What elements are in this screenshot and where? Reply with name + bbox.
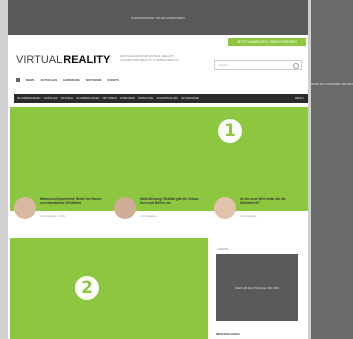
category-item[interactable]: 360° VIDEOS	[102, 97, 117, 100]
teaser-avatar	[14, 197, 36, 219]
slot-number-badge: 2	[75, 276, 99, 300]
teaser-card[interactable]: Ist die neue Welt realer als die Wirklic…	[210, 193, 306, 229]
nav-item-software[interactable]: SOFTWARE	[86, 78, 102, 82]
sidebar-heading: MEISTGELESEN	[216, 332, 240, 336]
teaser-avatar	[214, 197, 236, 219]
page-container: JETZT ANMELDEN / REGISTRIEREN VIRTUAL RE…	[8, 35, 308, 339]
medium-rectangle-label: MEDIUM RECTANGLE 300×250	[235, 285, 279, 290]
nav-item-news[interactable]: NEWS	[26, 78, 34, 82]
teaser-title[interactable]: Ist die neue Welt realer als die Wirklic…	[240, 197, 302, 205]
search-placeholder: Suche...	[219, 63, 231, 67]
teaser-card[interactable]: Meta-Meinung: Realität gibt ein Virtual-…	[110, 193, 206, 229]
teaser-meta: Von Redaktion	[240, 215, 257, 218]
slot-number-badge: 1	[218, 119, 242, 143]
home-icon[interactable]	[16, 78, 20, 82]
login-button[interactable]: JETZT ANMELDEN / REGISTRIEREN	[228, 38, 306, 46]
top-banner-ad[interactable]: SUPERBANNER 728×90 EVERGREEN	[8, 0, 308, 35]
teaser-avatar	[114, 197, 136, 219]
category-item[interactable]: VR-HARDWARE	[181, 97, 199, 100]
nav-item-events[interactable]: EVENTS	[108, 78, 119, 82]
logo-text-light: VIRTUAL	[16, 54, 63, 66]
login-button-label: JETZT ANMELDEN / REGISTRIEREN	[237, 40, 297, 44]
search-input[interactable]: Suche...	[214, 60, 302, 70]
medium-rectangle-ad[interactable]: MEDIUM RECTANGLE 300×250	[216, 254, 298, 321]
category-bar: VR-ANWENDUNGEN VR-BRILLEN VR-SPIELE AR-A…	[14, 94, 308, 103]
category-item[interactable]: VR-ANWENDUNGEN	[17, 97, 40, 100]
logo-text-bold: REALITY	[63, 54, 111, 66]
category-item[interactable]: AR-ANWENDUNGEN	[76, 97, 99, 100]
category-item[interactable]: VR-SPIELE	[60, 97, 73, 100]
skyscraper-label: WIDE SKYSCRAPER 160×600	[311, 82, 353, 86]
category-item[interactable]: VR-BRILLEN	[43, 97, 57, 100]
skyscraper-ad[interactable]: WIDE SKYSCRAPER 160×600	[311, 0, 353, 339]
category-item[interactable]: INTERVIEWS	[120, 97, 135, 100]
category-item[interactable]: VR-ENTWICKLUNG	[156, 97, 178, 100]
site-logo[interactable]: VIRTUAL REALITY	[16, 51, 110, 69]
teaser-row: Metaverse-Experiment: Hinter der Nutzer …	[10, 193, 308, 229]
teaser-meta: Von Redaktion	[140, 215, 157, 218]
nav-item-hardware[interactable]: HARDWARE	[63, 78, 79, 82]
search-icon[interactable]	[293, 63, 299, 69]
teaser-meta: Von Redaktion | 2 Min	[40, 215, 66, 218]
sidebar-ad-label: ANZEIGE	[217, 248, 229, 251]
category-more-button[interactable]: MEHR ▾	[295, 97, 304, 100]
teaser-card[interactable]: Metaverse-Experiment: Hinter der Nutzer …	[10, 193, 106, 229]
site-tagline: DAS MAGAZIN FÜR VIRTUAL REALITY, AUGMENT…	[120, 54, 179, 62]
teaser-title[interactable]: Meta-Meinung: Realität gibt ein Virtual-…	[140, 197, 202, 205]
nav-item-aktuelles[interactable]: AKTUELLES	[40, 78, 57, 82]
top-banner-label: SUPERBANNER 728×90 EVERGREEN	[131, 15, 185, 20]
content-ad-slot[interactable]: 2	[10, 238, 208, 339]
category-item[interactable]: FORSCHUNG	[138, 97, 153, 100]
main-nav: NEWS AKTUELLES HARDWARE SOFTWARE EVENTS	[16, 77, 119, 83]
teaser-title[interactable]: Metaverse-Experiment: Hinter der Nutzer …	[40, 197, 102, 205]
